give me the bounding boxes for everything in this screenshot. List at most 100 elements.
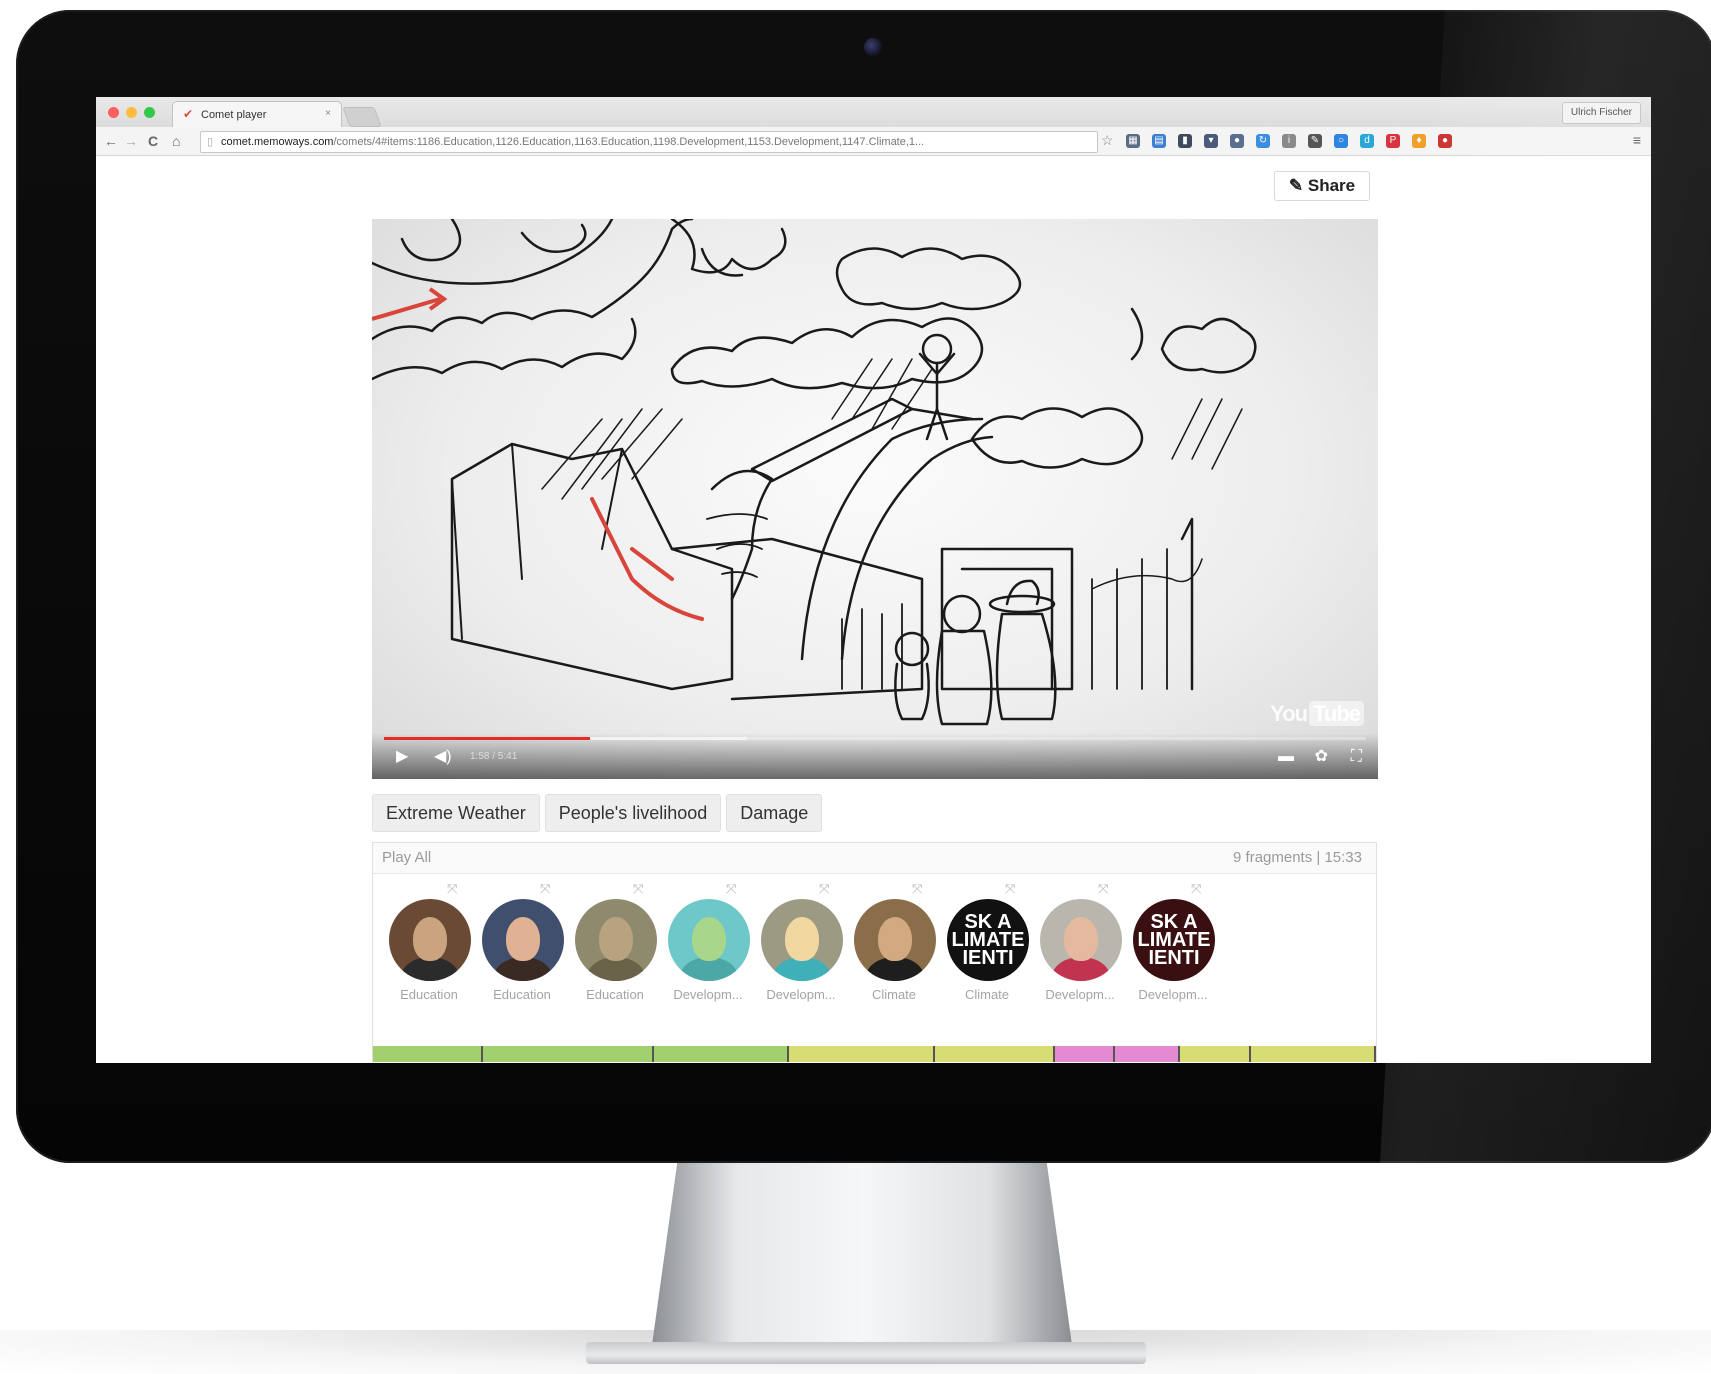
playlist-item[interactable]: ⤧ SK A LIMATE IENTI Climate bbox=[937, 873, 1033, 1013]
extension-sync-icon[interactable]: ↻ bbox=[1256, 134, 1270, 148]
timeline-segment[interactable] bbox=[1180, 1046, 1251, 1062]
playlist-item-caption: Developm... bbox=[766, 987, 836, 1002]
extension-circle-icon[interactable]: ○ bbox=[1334, 134, 1348, 148]
play-all-button[interactable]: Play All bbox=[382, 849, 431, 866]
extension-pinterest-icon[interactable]: P bbox=[1386, 134, 1400, 148]
playlist-timeline[interactable] bbox=[373, 1046, 1376, 1062]
playlist-item[interactable]: ⤧ Education bbox=[565, 873, 661, 1013]
new-tab-button[interactable] bbox=[342, 107, 382, 127]
extension-ghost-icon[interactable]: ● bbox=[1230, 134, 1244, 148]
close-window-button[interactable] bbox=[108, 107, 119, 118]
playlist-thumbnails: ⤧ Education ⤧ Education ⤧ Education ⤧ Developm.… bbox=[373, 873, 1378, 1013]
extension-translate-icon[interactable]: ▤ bbox=[1152, 134, 1166, 148]
playlist-item-caption: Developm... bbox=[673, 987, 743, 1002]
playlist-item[interactable]: ⤧ SK A LIMATE IENTI Developm... bbox=[1123, 873, 1219, 1013]
timeline-segment[interactable] bbox=[1055, 1046, 1116, 1062]
playlist-thumbnail[interactable] bbox=[389, 899, 471, 981]
share-label: Share bbox=[1307, 176, 1356, 195]
desktop-scene: ✔ Comet player × Ulrich Fischer ← → C ⌂ … bbox=[0, 0, 1711, 1374]
expand-icon[interactable]: ⤧ bbox=[1098, 881, 1108, 897]
playlist-thumbnail[interactable] bbox=[1040, 899, 1122, 981]
timeline-segment[interactable] bbox=[789, 1046, 935, 1062]
expand-icon[interactable]: ⤧ bbox=[726, 881, 736, 897]
address-bar[interactable]: ▯ comet.memoways.com/comets/4#items:1186.… bbox=[200, 131, 1098, 153]
minimize-window-button[interactable] bbox=[126, 107, 137, 118]
expand-icon[interactable]: ⤧ bbox=[447, 881, 457, 897]
home-icon[interactable]: ⌂ bbox=[172, 132, 180, 150]
timeline-segment[interactable] bbox=[373, 1046, 484, 1062]
expand-icon[interactable]: ⤧ bbox=[633, 881, 643, 897]
menu-icon[interactable]: ≡ bbox=[1633, 132, 1641, 148]
playlist-item[interactable]: ⤧ Developm... bbox=[751, 873, 847, 1013]
playlist-thumbnail[interactable] bbox=[575, 899, 657, 981]
playlist-item-caption: Education bbox=[586, 987, 644, 1002]
tag-damage[interactable]: Damage bbox=[726, 794, 823, 832]
thumbnail-figure-face bbox=[599, 917, 633, 961]
playlist-item[interactable]: ⤧ Developm... bbox=[658, 873, 754, 1013]
playlist-item-caption: Climate bbox=[964, 987, 1010, 1002]
youtube-logo-you: You bbox=[1270, 701, 1308, 726]
playlist-item[interactable]: ⤧ Education bbox=[379, 873, 475, 1013]
playlist-thumbnail[interactable] bbox=[761, 899, 843, 981]
video-frame-illustration bbox=[372, 219, 1257, 726]
video-player[interactable]: You Tube ▶ ◀) 1:58 / 5:41 ▬ ✿ ⛶ bbox=[372, 219, 1378, 779]
tab-bar: ✔ Comet player × Ulrich Fischer bbox=[96, 97, 1651, 128]
timeline-segment[interactable] bbox=[1115, 1046, 1181, 1062]
profile-button[interactable]: Ulrich Fischer bbox=[1561, 102, 1641, 124]
expand-icon[interactable]: ⤧ bbox=[912, 881, 922, 897]
extension-info-icon[interactable]: i bbox=[1282, 134, 1296, 148]
forward-icon[interactable]: → bbox=[124, 132, 138, 150]
bookmark-star-icon[interactable]: ☆ bbox=[1101, 132, 1114, 149]
maximize-window-button[interactable] bbox=[144, 107, 155, 118]
tag-peoples-livelihood[interactable]: People's livelihood bbox=[544, 794, 722, 832]
share-button[interactable]: ✎ Share bbox=[1274, 171, 1370, 201]
extension-evernote-icon[interactable]: ✎ bbox=[1308, 134, 1322, 148]
extension-abp-icon[interactable]: ● bbox=[1438, 134, 1452, 148]
reload-icon[interactable]: C bbox=[148, 132, 158, 150]
share-edit-icon: ✎ bbox=[1288, 176, 1304, 195]
extension-pocket-icon[interactable]: ▾ bbox=[1204, 134, 1218, 148]
extension-flame-icon[interactable]: ♦ bbox=[1412, 134, 1426, 148]
timeline-segment[interactable] bbox=[483, 1046, 654, 1062]
back-icon[interactable]: ← bbox=[104, 132, 118, 150]
thumbnail-figure-face bbox=[413, 917, 447, 961]
playlist-item[interactable]: ⤧ Education bbox=[472, 873, 568, 1013]
thumbnail-figure-face bbox=[878, 917, 912, 961]
thumbnail-figure-face bbox=[1064, 917, 1098, 961]
playlist-thumbnail[interactable] bbox=[482, 899, 564, 981]
timeline-segment[interactable] bbox=[934, 1046, 1056, 1062]
tab-title: Comet player bbox=[201, 109, 267, 121]
playlist-item[interactable]: ⤧ Developm... bbox=[1030, 873, 1126, 1013]
playlist-thumbnail[interactable] bbox=[854, 899, 936, 981]
playlist-panel: Play All 9 fragments | 15:33 ⤧ Education ⤧… bbox=[372, 842, 1377, 1063]
playlist-item[interactable]: ⤧ Climate bbox=[844, 873, 940, 1013]
expand-icon[interactable]: ⤧ bbox=[1005, 881, 1015, 897]
page-icon: ▯ bbox=[207, 136, 214, 148]
youtube-logo-tube: Tube bbox=[1309, 701, 1364, 726]
playlist-thumbnail[interactable]: SK A LIMATE IENTI bbox=[1133, 899, 1215, 981]
extension-ds-icon[interactable]: d bbox=[1360, 134, 1374, 148]
gear-icon[interactable]: ✿ bbox=[1315, 749, 1328, 765]
video-controls: ▶ ◀) 1:58 / 5:41 ▬ ✿ ⛶ bbox=[372, 733, 1378, 779]
expand-icon[interactable]: ⤧ bbox=[1191, 881, 1201, 897]
volume-icon[interactable]: ◀) bbox=[434, 749, 452, 765]
playlist-thumbnail[interactable]: SK A LIMATE IENTI bbox=[947, 899, 1029, 981]
tag-list: Extreme Weather People's livelihood Damage bbox=[372, 794, 827, 832]
timeline-segment[interactable] bbox=[653, 1046, 790, 1062]
timeline-segment[interactable] bbox=[1250, 1046, 1376, 1062]
captions-icon[interactable]: ▬ bbox=[1278, 749, 1294, 765]
playlist-thumbnail[interactable] bbox=[668, 899, 750, 981]
expand-icon[interactable]: ⤧ bbox=[819, 881, 829, 897]
extension-bookmark-icon[interactable]: ▮ bbox=[1178, 134, 1192, 148]
thumbnail-figure-face bbox=[506, 917, 540, 961]
tag-extreme-weather[interactable]: Extreme Weather bbox=[372, 794, 540, 832]
extension-grid-icon[interactable]: ▦ bbox=[1126, 134, 1140, 148]
video-progress-bar[interactable] bbox=[384, 737, 1366, 740]
tab-close-icon[interactable]: × bbox=[325, 108, 331, 119]
youtube-logo[interactable]: You Tube bbox=[1270, 701, 1364, 727]
browser-window: ✔ Comet player × Ulrich Fischer ← → C ⌂ … bbox=[96, 97, 1651, 1063]
tab-comet-player[interactable]: ✔ Comet player × bbox=[172, 101, 342, 127]
fullscreen-icon[interactable]: ⛶ bbox=[1351, 749, 1362, 765]
expand-icon[interactable]: ⤧ bbox=[540, 881, 550, 897]
play-icon[interactable]: ▶ bbox=[396, 749, 408, 765]
